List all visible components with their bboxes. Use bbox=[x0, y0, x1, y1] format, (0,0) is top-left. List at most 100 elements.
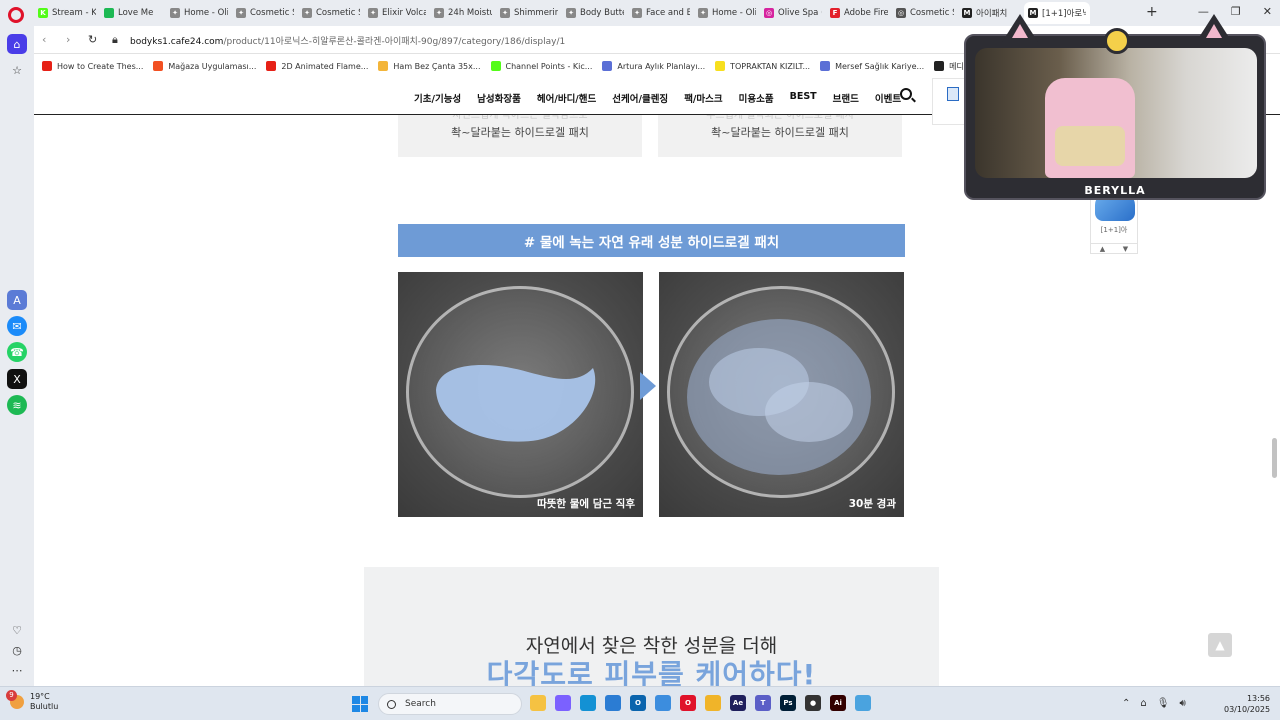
copilot-icon[interactable] bbox=[555, 695, 571, 711]
after-effects-icon[interactable]: Ae bbox=[730, 695, 746, 711]
opera-menu-icon[interactable] bbox=[8, 7, 24, 23]
new-tab-button[interactable]: + bbox=[1146, 5, 1158, 19]
aria-icon[interactable]: A bbox=[7, 290, 27, 310]
webcam-feed bbox=[975, 48, 1257, 178]
folder-icon[interactable] bbox=[705, 695, 721, 711]
photo-caption: 30분 경과 bbox=[848, 498, 896, 510]
weather-temp: 19°C bbox=[30, 692, 50, 701]
history-icon[interactable]: ◷ bbox=[7, 640, 27, 660]
tab-3[interactable]: ✦ Cosmetic Se bbox=[232, 2, 298, 24]
tab-1[interactable]: Love Me bbox=[100, 2, 166, 24]
bookmark-item[interactable]: Artura Aylık Planlayı... bbox=[602, 61, 705, 71]
tab-favicon-icon: ✦ bbox=[302, 8, 312, 18]
start-button[interactable] bbox=[352, 696, 368, 712]
close-icon[interactable]: ✕ bbox=[1263, 5, 1272, 18]
bookmark-item[interactable]: How to Create Thes... bbox=[42, 61, 143, 71]
file-explorer-icon[interactable] bbox=[530, 695, 546, 711]
widget-up-icon[interactable]: ▲ bbox=[1100, 245, 1105, 253]
search-icon[interactable] bbox=[900, 88, 912, 100]
tab-0[interactable]: K Stream - Kick bbox=[34, 2, 100, 24]
chair-seat bbox=[1055, 126, 1125, 166]
more-icon[interactable]: ⋯ bbox=[7, 660, 27, 680]
nav-item[interactable]: 남성화장품 bbox=[477, 91, 521, 105]
bookmark-item[interactable]: 2D Animated Flame... bbox=[266, 61, 368, 71]
bookmark-item[interactable]: Ham Bez Çanta 35x... bbox=[378, 61, 481, 71]
pin-icon[interactable]: ☆ bbox=[7, 60, 27, 80]
store-icon[interactable] bbox=[605, 695, 621, 711]
heart-icon[interactable]: ♡ bbox=[7, 620, 27, 640]
tab-favicon-icon: ✦ bbox=[698, 8, 708, 18]
speaker-icon[interactable]: 🔊︎ bbox=[1179, 698, 1185, 709]
tab-12[interactable]: F Adobe Firefl bbox=[826, 2, 892, 24]
widget-down-icon[interactable]: ▼ bbox=[1123, 245, 1128, 253]
weather-widget[interactable]: 9 19°C Bulutlu bbox=[6, 690, 58, 712]
taskbar-search[interactable]: Search bbox=[378, 693, 522, 715]
moon-icon bbox=[1104, 28, 1130, 54]
bookmark-item[interactable]: Mersef Sağlık Kariye... bbox=[820, 61, 924, 71]
opera-icon[interactable]: O bbox=[680, 695, 696, 711]
clock[interactable]: 13:56 03/10/2025 bbox=[1224, 693, 1270, 715]
tab-9[interactable]: ✦ Face and Bo bbox=[628, 2, 694, 24]
tab-13[interactable]: ◎ Cosmetic Se bbox=[892, 2, 958, 24]
tab-favicon-icon bbox=[104, 8, 114, 18]
nav-item[interactable]: 미용소품 bbox=[739, 91, 774, 105]
tab-favicon-icon: ✦ bbox=[566, 8, 576, 18]
mic-icon[interactable]: 🎙︎ bbox=[1157, 698, 1170, 709]
tab-title: Body Butter bbox=[580, 8, 624, 18]
back-icon[interactable]: ‹ bbox=[42, 33, 46, 46]
cat-ear-inner-right bbox=[1206, 24, 1222, 38]
spotify-icon[interactable]: ≋ bbox=[7, 395, 27, 415]
patch-shape bbox=[436, 365, 596, 442]
clock-date: 03/10/2025 bbox=[1224, 705, 1271, 714]
edge-icon[interactable] bbox=[580, 695, 596, 711]
nav-item[interactable]: BEST bbox=[790, 91, 817, 105]
tab-8[interactable]: ✦ Body Butter bbox=[562, 2, 628, 24]
nav-item[interactable]: 기초/기능성 bbox=[414, 91, 461, 105]
weather-icon: 9 bbox=[6, 690, 24, 709]
tray-chevron-icon[interactable]: ⌃ bbox=[1122, 698, 1130, 709]
bookmark-item[interactable]: Mağaza Uygulaması... bbox=[153, 61, 256, 71]
tab-list: K Stream - Kick Love Me ✦ Home - Olive ✦ Cosme… bbox=[34, 2, 1090, 24]
bookmark-item[interactable]: TOPRAKTAN KIZILT... bbox=[715, 61, 810, 71]
page-scrollbar[interactable] bbox=[1272, 438, 1277, 478]
scroll-to-top-button[interactable]: ▲ bbox=[1208, 633, 1232, 657]
x-twitter-icon[interactable]: X bbox=[7, 369, 27, 389]
paint-icon[interactable] bbox=[855, 695, 871, 711]
cat-ear-inner-left bbox=[1012, 24, 1028, 38]
maximize-icon[interactable]: ❐ bbox=[1231, 5, 1241, 18]
photo-caption: 따뜻한 물에 담근 직후 bbox=[537, 498, 635, 510]
monitor-icon[interactable] bbox=[655, 695, 671, 711]
bookmark-label: Channel Points - Kic... bbox=[505, 61, 593, 71]
home-icon[interactable]: ⌂ bbox=[7, 34, 27, 54]
illustrator-icon[interactable]: Ai bbox=[830, 695, 846, 711]
tab-10[interactable]: ✦ Home - Olive bbox=[694, 2, 760, 24]
nav-item[interactable]: 브랜드 bbox=[833, 91, 859, 105]
network-icon[interactable]: ⌂ bbox=[1140, 698, 1146, 709]
tab-4[interactable]: ✦ Cosmetic Se bbox=[298, 2, 364, 24]
outlook-icon[interactable]: O bbox=[630, 695, 646, 711]
reload-icon[interactable]: ↻ bbox=[88, 33, 97, 46]
obs-icon[interactable]: ● bbox=[805, 695, 821, 711]
tab-5[interactable]: ✦ Elixir Volcan bbox=[364, 2, 430, 24]
photo-patch-after: 30분 경과 bbox=[659, 272, 904, 517]
forward-icon[interactable]: › bbox=[66, 33, 70, 46]
tab-favicon-icon: ◎ bbox=[896, 8, 906, 18]
nav-item[interactable]: 팩/마스크 bbox=[684, 91, 722, 105]
photoshop-icon[interactable]: Ps bbox=[780, 695, 796, 711]
messenger-icon[interactable]: ✉ bbox=[7, 316, 27, 336]
bookmark-item[interactable]: Channel Points - Kic... bbox=[490, 61, 593, 71]
search-placeholder: Search bbox=[405, 699, 436, 709]
whatsapp-icon[interactable]: ☎ bbox=[7, 342, 27, 362]
clock-time: 13:56 bbox=[1246, 694, 1270, 703]
nav-item[interactable]: 헤어/바디/핸드 bbox=[537, 91, 596, 105]
url-field[interactable]: bodyks1.cafe24.com/product/11아로닉스-히알루론산-… bbox=[130, 34, 565, 47]
tab-title: Cosmetic Se bbox=[250, 8, 294, 18]
nav-item[interactable]: 이벤트 bbox=[875, 91, 901, 105]
document-icon[interactable] bbox=[947, 87, 959, 101]
teams-icon[interactable]: T bbox=[755, 695, 771, 711]
tab-11[interactable]: ◎ Olive Spa (@ bbox=[760, 2, 826, 24]
tab-6[interactable]: ✦ 24h Moisturi bbox=[430, 2, 496, 24]
tab-2[interactable]: ✦ Home - Olive bbox=[166, 2, 232, 24]
tab-7[interactable]: ✦ Shimmering bbox=[496, 2, 562, 24]
nav-item[interactable]: 선케어/클렌징 bbox=[612, 91, 668, 105]
